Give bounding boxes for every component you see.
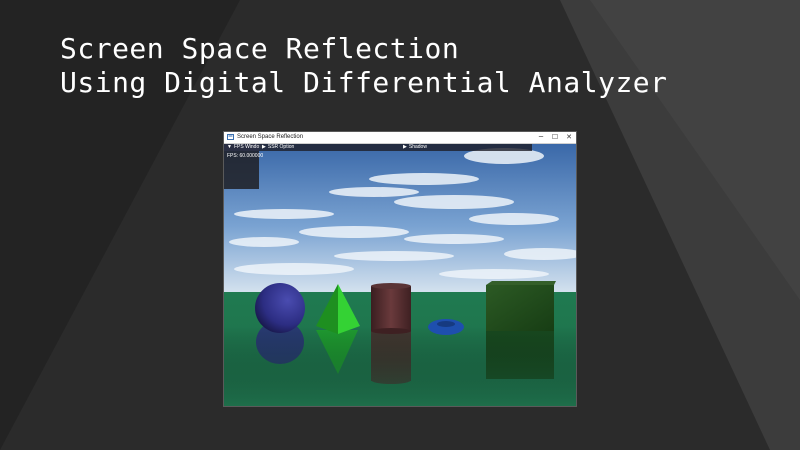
cube [486,281,556,331]
scene-render [224,144,576,406]
slide-title-line-2: Using Digital Differential Analyzer [60,66,668,99]
window-titlebar[interactable]: Screen Space Reflection ─ ☐ ✕ [224,132,576,144]
ssr-option-label: SSR Option [267,144,295,150]
shadow-header[interactable]: ▶ Shadow [400,144,532,151]
caret-right-icon: ▶ [403,144,407,150]
minimize-icon: ─ [538,133,544,141]
app-window: Screen Space Reflection ─ ☐ ✕ ▼ FPS Wind… [224,132,576,406]
fps-window-header[interactable]: ▼ FPS Window [224,144,263,151]
close-button[interactable]: ✕ [562,132,576,143]
torus [428,319,464,335]
fps-window-panel: FPS: 60.000000 [224,151,263,189]
cylinder [371,283,411,334]
render-viewport[interactable]: ▼ FPS Window ▶ SSR Option ▶ Shadow FPS: 60.… [224,144,576,406]
slide-title: Screen Space Reflection Using Digital Di… [60,32,668,100]
fps-readout: FPS: 60.000000 [227,153,264,159]
reflection-fade [224,326,576,406]
shadow-label: Shadow [408,144,427,150]
maximize-button[interactable]: ☐ [548,132,562,143]
maximize-icon: ☐ [551,133,559,141]
caret-down-icon: ▼ [227,144,232,150]
slide-title-line-1: Screen Space Reflection [60,32,460,65]
window-title: Screen Space Reflection [237,134,304,140]
caret-right-icon: ▶ [262,144,266,150]
sphere [255,283,305,333]
minimize-button[interactable]: ─ [534,132,548,143]
close-icon: ✕ [566,133,572,141]
app-window-icon [227,134,234,140]
ssr-option-header[interactable]: ▶ SSR Option [259,144,400,151]
